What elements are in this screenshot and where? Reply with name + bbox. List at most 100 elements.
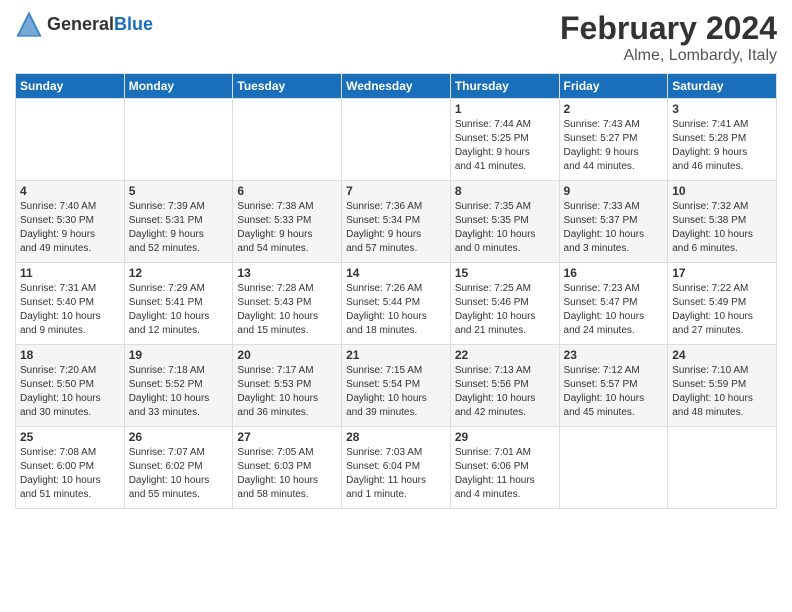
calendar-cell: 29Sunrise: 7:01 AM Sunset: 6:06 PM Dayli… [450,427,559,509]
calendar-cell: 15Sunrise: 7:25 AM Sunset: 5:46 PM Dayli… [450,263,559,345]
header-tuesday: Tuesday [233,74,342,99]
day-number: 9 [564,184,664,198]
calendar-cell: 16 Sunrise: 7:23 AM Sunset: 5:47 PM Dayli… [559,263,668,345]
day-info: Sunrise: 7:13 AM Sunset: 5:56 PM Dayligh… [455,364,555,420]
day-number: 25 [20,430,120,444]
day-info: Sunrise: 7:23 AM Sunset: 5:47 PM Dayligh… [564,282,664,338]
day-info: Sunrise: 7:18 AM Sunset: 5:52 PM Dayligh… [129,364,229,420]
day-number: 4 [20,184,120,198]
calendar-cell: 23Sunrise: 7:12 AM Sunset: 5:57 PM Dayli… [559,345,668,427]
day-info: Sunrise: 7:15 AM Sunset: 5:54 PM Dayligh… [346,364,446,420]
day-info: Sunrise: 7:38 AM Sunset: 5:33 PM Dayligh… [237,200,337,256]
day-number: 1 [455,102,555,116]
calendar-title: February 2024 [560,10,777,47]
calendar-cell: 25 Sunrise: 7:08 AM Sunset: 6:00 PM Dayli… [16,427,125,509]
calendar-week-4: 18 Sunrise: 7:20 AM Sunset: 5:50 PM Dayli… [16,345,777,427]
day-info: Sunrise: 7:08 AM Sunset: 6:00 PM Dayligh… [20,446,120,502]
calendar-cell: 18 Sunrise: 7:20 AM Sunset: 5:50 PM Dayli… [16,345,125,427]
calendar-cell: 6 Sunrise: 7:38 AM Sunset: 5:33 PM Daylig… [233,181,342,263]
calendar-week-5: 25 Sunrise: 7:08 AM Sunset: 6:00 PM Dayli… [16,427,777,509]
calendar-week-3: 11 Sunrise: 7:31 AM Sunset: 5:40 PM Dayli… [16,263,777,345]
day-info: Sunrise: 7:29 AM Sunset: 5:41 PM Dayligh… [129,282,229,338]
day-info: Sunrise: 7:17 AM Sunset: 5:53 PM Dayligh… [237,364,337,420]
calendar-cell: 9Sunrise: 7:33 AM Sunset: 5:37 PM Daylig… [559,181,668,263]
calendar-cell: 17 Sunrise: 7:22 AM Sunset: 5:49 PM Dayli… [668,263,777,345]
day-info: Sunrise: 7:36 AM Sunset: 5:34 PM Dayligh… [346,200,446,256]
calendar-cell [124,99,233,181]
day-number: 22 [455,348,555,362]
calendar-cell: 28 Sunrise: 7:03 AM Sunset: 6:04 PM Dayli… [342,427,451,509]
day-info: Sunrise: 7:03 AM Sunset: 6:04 PM Dayligh… [346,446,446,502]
day-number: 10 [672,184,772,198]
day-number: 6 [237,184,337,198]
calendar-cell: 21 Sunrise: 7:15 AM Sunset: 5:54 PM Dayli… [342,345,451,427]
header: GeneralBlue February 2024 Alme, Lombardy… [15,10,777,65]
calendar-cell: 3Sunrise: 7:41 AM Sunset: 5:28 PM Daylig… [668,99,777,181]
day-info: Sunrise: 7:20 AM Sunset: 5:50 PM Dayligh… [20,364,120,420]
header-wednesday: Wednesday [342,74,451,99]
day-info: Sunrise: 7:25 AM Sunset: 5:46 PM Dayligh… [455,282,555,338]
day-number: 12 [129,266,229,280]
day-info: Sunrise: 7:35 AM Sunset: 5:35 PM Dayligh… [455,200,555,256]
calendar-table: Sunday Monday Tuesday Wednesday Thursday… [15,73,777,509]
logo: GeneralBlue [15,10,153,38]
calendar-cell: 27 Sunrise: 7:05 AM Sunset: 6:03 PM Dayli… [233,427,342,509]
day-info: Sunrise: 7:12 AM Sunset: 5:57 PM Dayligh… [564,364,664,420]
calendar-cell: 26Sunrise: 7:07 AM Sunset: 6:02 PM Dayli… [124,427,233,509]
calendar-cell: 2Sunrise: 7:43 AM Sunset: 5:27 PM Daylig… [559,99,668,181]
day-number: 28 [346,430,446,444]
calendar-cell: 11 Sunrise: 7:31 AM Sunset: 5:40 PM Dayli… [16,263,125,345]
calendar-cell: 1 Sunrise: 7:44 AM Sunset: 5:25 PM Daylig… [450,99,559,181]
calendar-cell: 4 Sunrise: 7:40 AM Sunset: 5:30 PM Daylig… [16,181,125,263]
calendar-cell [16,99,125,181]
day-number: 8 [455,184,555,198]
calendar-week-2: 4 Sunrise: 7:40 AM Sunset: 5:30 PM Daylig… [16,181,777,263]
day-info: Sunrise: 7:43 AM Sunset: 5:27 PM Dayligh… [564,118,664,174]
day-number: 24 [672,348,772,362]
day-number: 11 [20,266,120,280]
day-info: Sunrise: 7:31 AM Sunset: 5:40 PM Dayligh… [20,282,120,338]
calendar-cell [342,99,451,181]
day-info: Sunrise: 7:10 AM Sunset: 5:59 PM Dayligh… [672,364,772,420]
calendar-cell: 12 Sunrise: 7:29 AM Sunset: 5:41 PM Dayli… [124,263,233,345]
calendar-cell: 14 Sunrise: 7:26 AM Sunset: 5:44 PM Dayli… [342,263,451,345]
calendar-cell [233,99,342,181]
header-friday: Friday [559,74,668,99]
day-info: Sunrise: 7:32 AM Sunset: 5:38 PM Dayligh… [672,200,772,256]
day-number: 17 [672,266,772,280]
calendar-cell: 8 Sunrise: 7:35 AM Sunset: 5:35 PM Daylig… [450,181,559,263]
calendar-cell: 22 Sunrise: 7:13 AM Sunset: 5:56 PM Dayli… [450,345,559,427]
day-number: 5 [129,184,229,198]
day-info: Sunrise: 7:22 AM Sunset: 5:49 PM Dayligh… [672,282,772,338]
page-container: GeneralBlue February 2024 Alme, Lombardy… [0,0,792,514]
day-number: 16 [564,266,664,280]
calendar-week-1: 1 Sunrise: 7:44 AM Sunset: 5:25 PM Daylig… [16,99,777,181]
calendar-cell: 13Sunrise: 7:28 AM Sunset: 5:43 PM Dayli… [233,263,342,345]
day-number: 21 [346,348,446,362]
calendar-cell: 5 Sunrise: 7:39 AM Sunset: 5:31 PM Daylig… [124,181,233,263]
day-number: 20 [237,348,337,362]
calendar-cell: 20 Sunrise: 7:17 AM Sunset: 5:53 PM Dayli… [233,345,342,427]
header-thursday: Thursday [450,74,559,99]
header-monday: Monday [124,74,233,99]
header-saturday: Saturday [668,74,777,99]
calendar-cell: 19Sunrise: 7:18 AM Sunset: 5:52 PM Dayli… [124,345,233,427]
day-info: Sunrise: 7:05 AM Sunset: 6:03 PM Dayligh… [237,446,337,502]
logo-icon [15,10,43,38]
day-number: 18 [20,348,120,362]
day-number: 3 [672,102,772,116]
header-sunday: Sunday [16,74,125,99]
calendar-cell [559,427,668,509]
calendar-cell: 24 Sunrise: 7:10 AM Sunset: 5:59 PM Dayli… [668,345,777,427]
day-info: Sunrise: 7:40 AM Sunset: 5:30 PM Dayligh… [20,200,120,256]
day-info: Sunrise: 7:39 AM Sunset: 5:31 PM Dayligh… [129,200,229,256]
calendar-body: 1 Sunrise: 7:44 AM Sunset: 5:25 PM Daylig… [16,99,777,509]
day-number: 27 [237,430,337,444]
day-info: Sunrise: 7:44 AM Sunset: 5:25 PM Dayligh… [455,118,555,174]
title-block: February 2024 Alme, Lombardy, Italy [560,10,777,65]
day-number: 7 [346,184,446,198]
calendar-cell [668,427,777,509]
day-info: Sunrise: 7:26 AM Sunset: 5:44 PM Dayligh… [346,282,446,338]
day-number: 29 [455,430,555,444]
day-number: 14 [346,266,446,280]
